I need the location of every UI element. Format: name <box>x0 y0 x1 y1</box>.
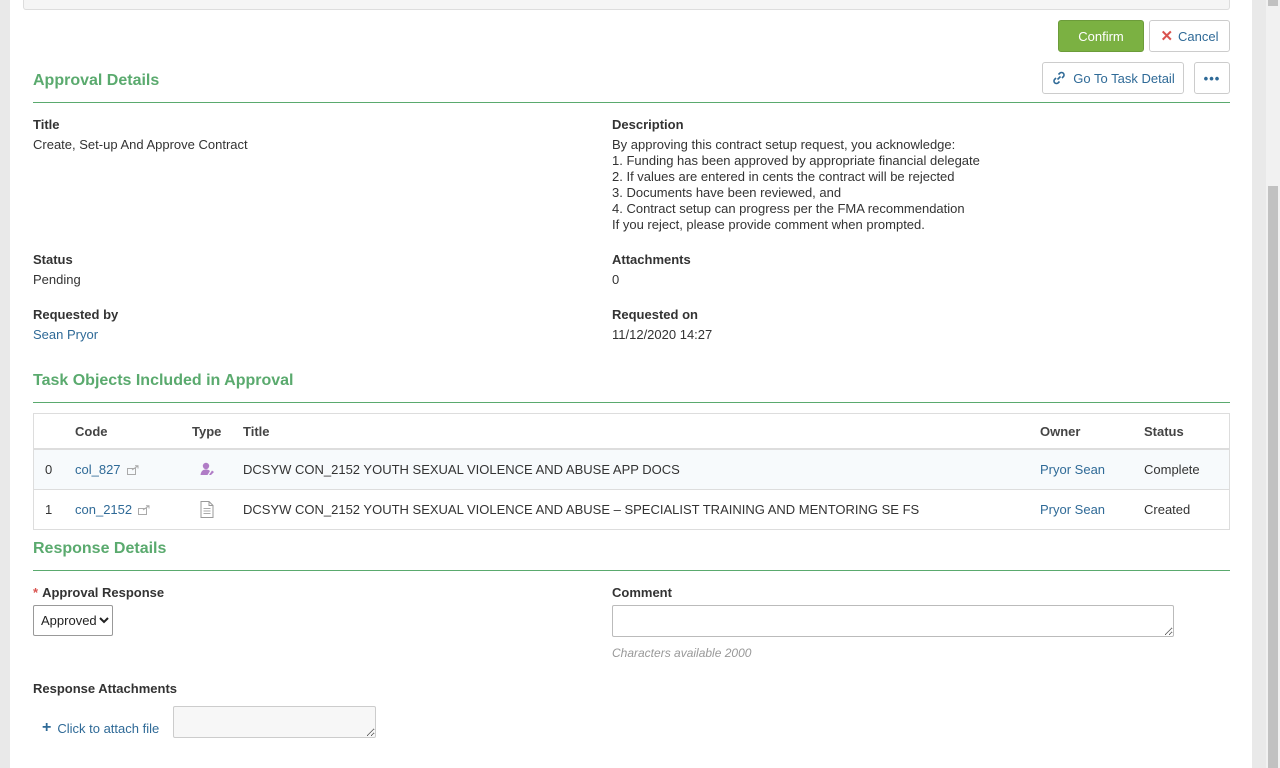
task-objects-table: Code Type Title Owner Status 0 col_827 D… <box>33 413 1230 530</box>
external-link-icon[interactable] <box>138 505 150 515</box>
more-options-button[interactable]: ••• <box>1194 62 1230 94</box>
external-link-icon[interactable] <box>126 465 139 475</box>
go-to-task-label: Go To Task Detail <box>1073 70 1175 86</box>
owner-link[interactable]: Pryor Sean <box>1040 502 1105 517</box>
title-label: Title <box>33 117 60 132</box>
requested-by-label: Requested by <box>33 307 119 322</box>
description-value: By approving this contract setup request… <box>612 137 980 233</box>
title-cell: DCSYW CON_2152 YOUTH SEXUAL VIOLENCE AND… <box>243 462 680 477</box>
attach-file-link[interactable]: + Click to attach file <box>42 720 159 736</box>
status-label: Status <box>33 252 73 267</box>
column-header-owner[interactable]: Owner <box>1040 424 1080 439</box>
attachments-count: 0 <box>612 272 620 287</box>
response-attachments-label: Response Attachments <box>33 681 177 696</box>
column-header-title[interactable]: Title <box>243 424 270 439</box>
owner-link[interactable]: Pryor Sean <box>1040 462 1105 477</box>
requested-on-label: Requested on <box>612 307 698 322</box>
column-header-status[interactable]: Status <box>1144 424 1184 439</box>
top-bar <box>23 0 1230 10</box>
link-icon <box>1053 71 1066 85</box>
approval-response-text: Approval Response <box>42 585 165 600</box>
divider <box>33 102 1230 103</box>
table-row[interactable]: 1 con_2152 DCSYW CON_2152 YOUTH SEXUAL V… <box>34 490 1229 530</box>
comment-label: Comment <box>612 585 672 600</box>
attach-file-label: Click to attach file <box>57 720 160 736</box>
title-cell: DCSYW CON_2152 YOUTH SEXUAL VIOLENCE AND… <box>243 502 920 517</box>
vertical-scrollbar[interactable] <box>1266 0 1280 768</box>
column-header-code[interactable]: Code <box>75 424 108 439</box>
status-cell: Complete <box>1144 462 1200 477</box>
attachments-label: Attachments <box>612 252 691 267</box>
description-line: By approving this contract setup request… <box>612 137 956 152</box>
table-header: Code Type Title Owner Status <box>34 414 1229 450</box>
close-icon: ✕ <box>1160 27 1174 45</box>
row-index: 1 <box>45 502 53 517</box>
code-cell: con_2152 <box>75 502 150 517</box>
table-row[interactable]: 0 col_827 DCSYW CON_2152 YOUTH SEXUAL VI… <box>34 450 1229 490</box>
code-link[interactable]: col_827 <box>75 462 121 477</box>
characters-available-hint: Characters available 2000 <box>612 646 752 660</box>
description-line: 1. Funding has been approved by appropri… <box>612 153 980 168</box>
scrollbar-top <box>1268 0 1278 6</box>
column-header-type[interactable]: Type <box>192 424 221 439</box>
confirm-button[interactable]: Confirm <box>1058 20 1144 52</box>
description-label: Description <box>612 117 684 132</box>
cancel-label: Cancel <box>1178 28 1219 44</box>
description-line: 4. Contract setup can progress per the F… <box>612 201 965 216</box>
code-cell: col_827 <box>75 462 139 477</box>
title-value: Create, Set-up And Approve Contract <box>33 137 248 152</box>
approval-details-title: Approval Details <box>33 72 160 89</box>
scrollbar-thumb[interactable] <box>1268 186 1278 768</box>
approval-response-select[interactable]: Approved <box>33 605 113 636</box>
divider <box>33 402 1230 403</box>
description-line: 3. Documents have been reviewed, and <box>612 185 842 200</box>
requested-on-value: 11/12/2020 14:27 <box>612 327 713 342</box>
row-index: 0 <box>45 462 53 477</box>
plus-icon: + <box>42 719 52 736</box>
code-link[interactable]: con_2152 <box>75 502 132 517</box>
document-icon <box>200 501 214 521</box>
task-objects-title: Task Objects Included in Approval <box>33 372 294 389</box>
go-to-task-detail-button[interactable]: Go To Task Detail <box>1042 62 1184 94</box>
cancel-button[interactable]: ✕ Cancel <box>1149 20 1230 52</box>
requested-by-link[interactable]: Sean Pryor <box>33 327 98 342</box>
description-line: If you reject, please provide comment wh… <box>612 217 925 232</box>
collection-person-icon <box>199 461 215 480</box>
comment-field[interactable] <box>612 605 1174 637</box>
status-value: Pending <box>33 272 81 287</box>
attachment-drop-area[interactable] <box>173 706 376 738</box>
status-cell: Created <box>1144 502 1191 517</box>
divider <box>33 570 1230 571</box>
response-details-title: Response Details <box>33 540 167 557</box>
approval-response-label: * Approval Response <box>33 585 164 600</box>
required-marker: * <box>33 585 39 600</box>
description-line: 2. If values are entered in cents the co… <box>612 169 955 184</box>
